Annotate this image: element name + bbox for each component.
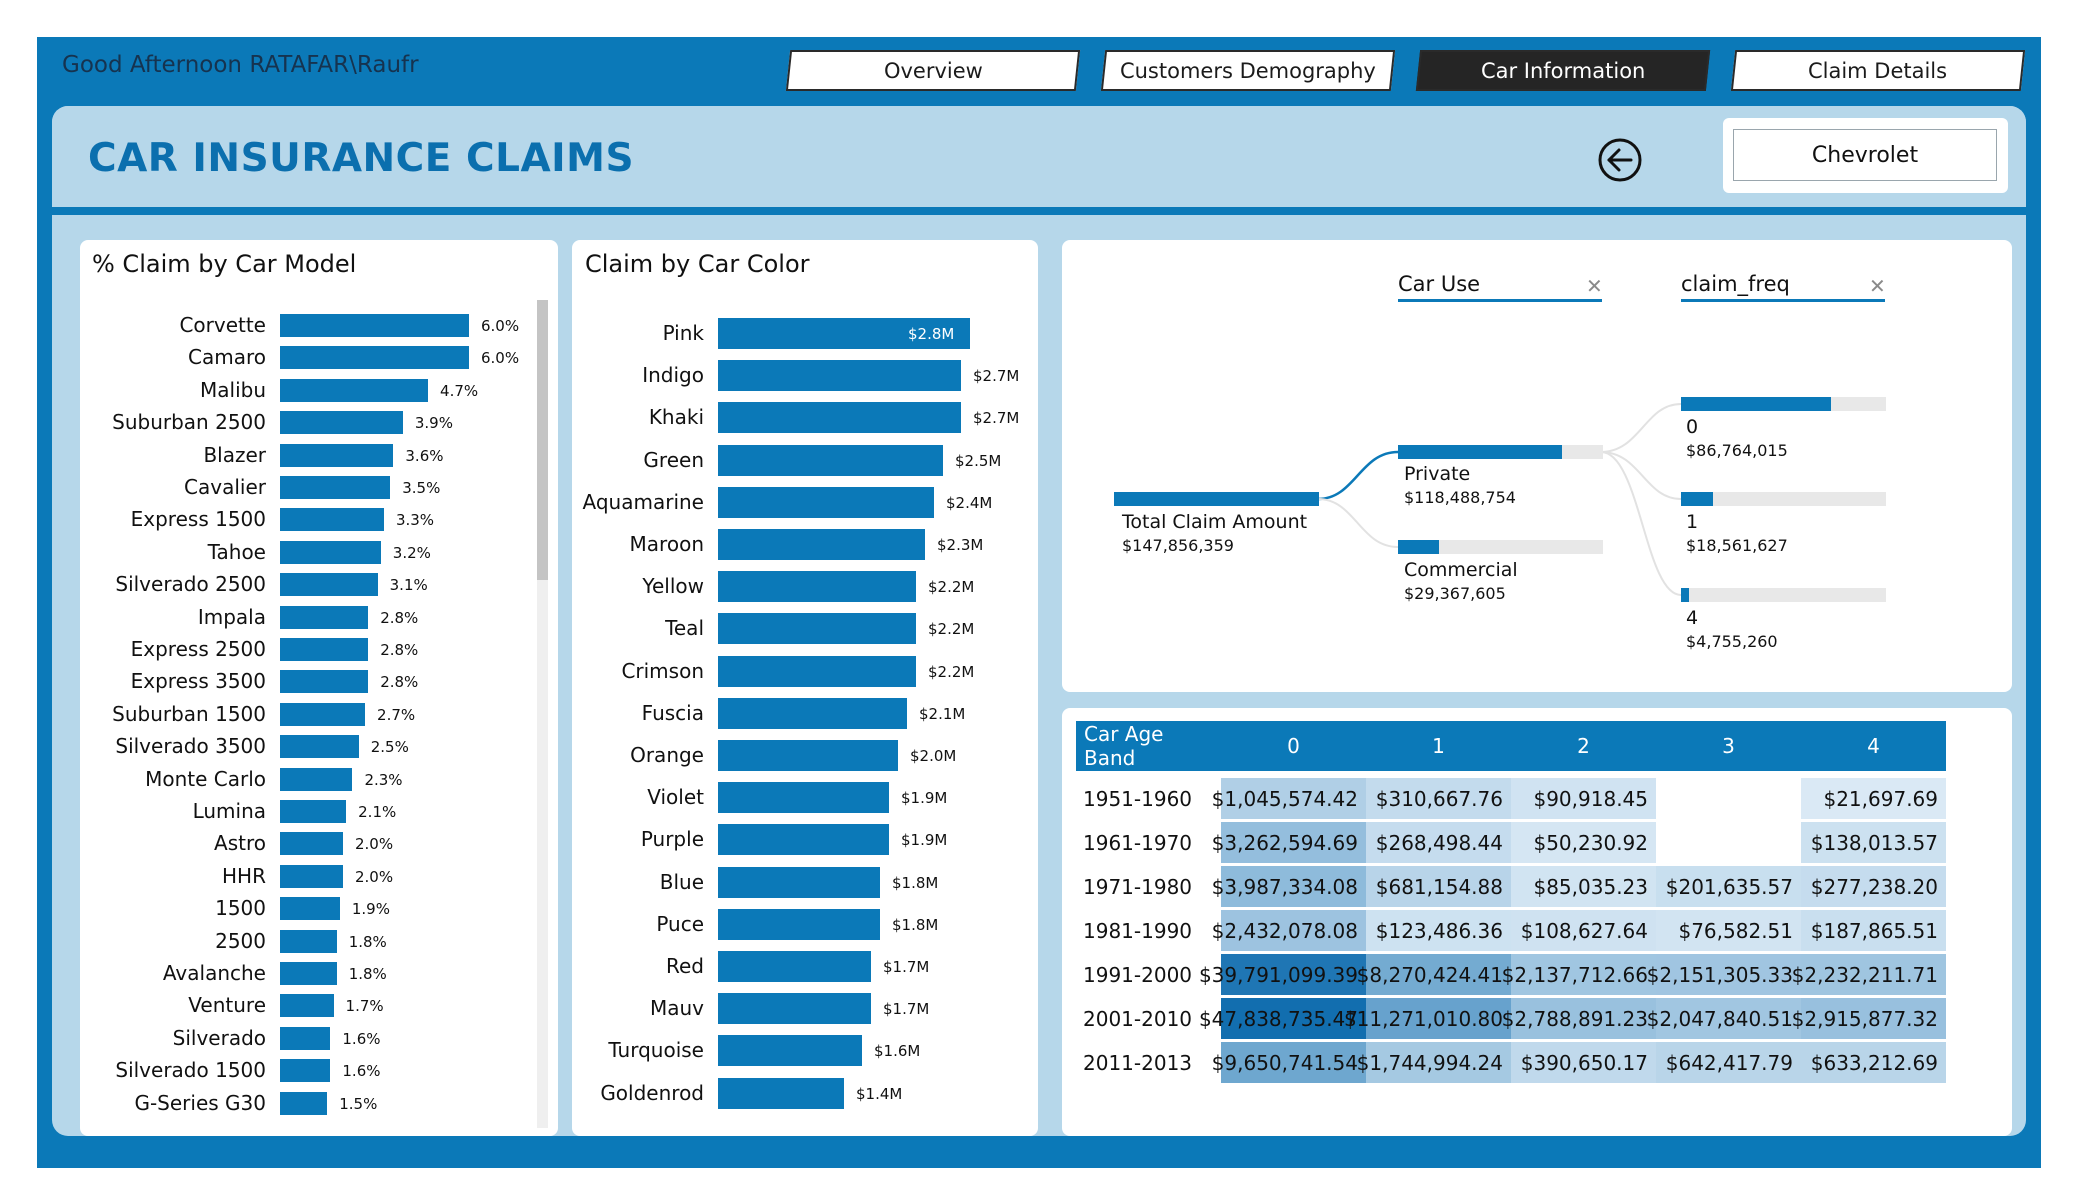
node-value-commercial: $29,367,605 (1404, 584, 1506, 603)
node-bar-freq-0[interactable] (1681, 397, 1832, 411)
node-label-freq-0: 0 (1686, 416, 1699, 438)
matrix-cell[interactable]: $3,262,594.69 (1212, 822, 1366, 863)
matrix-cell[interactable]: $2,151,305.33 (1647, 954, 1801, 995)
matrix-column-header[interactable]: 1 (1366, 721, 1511, 771)
matrix-cell[interactable]: $8,270,424.41 (1357, 954, 1511, 995)
node-track-freq-4 (1681, 588, 1886, 602)
matrix-cell[interactable]: $390,650.17 (1511, 1042, 1656, 1083)
matrix-cell[interactable]: $85,035.23 (1511, 866, 1656, 907)
matrix-row-label: 1991-2000 (1083, 963, 1193, 987)
matrix-cell[interactable]: $2,232,211.71 (1792, 954, 1946, 995)
node-value-private: $118,488,754 (1404, 488, 1516, 507)
connector-freq-0 (1600, 403, 1682, 453)
matrix-cell[interactable]: $277,238.20 (1801, 866, 1946, 907)
matrix-cell[interactable]: $310,667.76 (1366, 778, 1511, 819)
connector-freq-1 (1600, 451, 1682, 500)
matrix-cell[interactable]: $2,788,891.23 (1502, 998, 1656, 1039)
node-label-commercial: Commercial (1404, 559, 1518, 581)
matrix-cell[interactable]: $11,271,010.80 (1344, 998, 1511, 1039)
matrix-cell[interactable]: $268,498.44 (1366, 822, 1511, 863)
matrix-cell[interactable]: $123,486.36 (1366, 910, 1511, 951)
matrix-cell[interactable]: $642,417.79 (1656, 1042, 1801, 1083)
matrix-cell[interactable]: $2,047,840.51 (1647, 998, 1801, 1039)
matrix-cell[interactable]: $201,635.57 (1656, 866, 1801, 907)
node-bar-commercial[interactable] (1398, 540, 1439, 554)
matrix-cell[interactable]: $9,650,741.54 (1212, 1042, 1366, 1083)
matrix-row-label: 1971-1980 (1083, 875, 1193, 899)
matrix-cell[interactable]: $1,744,994.24 (1357, 1042, 1511, 1083)
matrix-row-label: 1951-1960 (1083, 787, 1193, 811)
matrix-cell[interactable]: $2,915,877.32 (1792, 998, 1946, 1039)
node-value-freq-1: $18,561,627 (1686, 536, 1788, 555)
matrix-row-label: 2011-2013 (1083, 1051, 1193, 1075)
node-bar-root[interactable] (1114, 492, 1319, 506)
matrix-cell[interactable]: $39,791,099.39 (1199, 954, 1366, 995)
matrix-cell[interactable]: $138,013.57 (1801, 822, 1946, 863)
matrix-cell[interactable]: $76,582.51 (1656, 910, 1801, 951)
node-value-freq-4: $4,755,260 (1686, 632, 1778, 651)
node-value-freq-0: $86,764,015 (1686, 441, 1788, 460)
matrix-row-label: 1981-1990 (1083, 919, 1193, 943)
matrix-column-header[interactable]: 2 (1511, 721, 1656, 771)
node-bar-freq-4[interactable] (1681, 588, 1690, 602)
matrix-cell[interactable]: $2,432,078.08 (1212, 910, 1366, 951)
matrix-cell[interactable]: $633,212.69 (1801, 1042, 1946, 1083)
matrix-cell[interactable] (1656, 822, 1801, 863)
matrix-column-header[interactable]: 4 (1801, 721, 1946, 771)
matrix-cell[interactable]: $1,045,574.42 (1212, 778, 1366, 819)
matrix-cell[interactable]: $50,230.92 (1511, 822, 1656, 863)
matrix-cell[interactable]: $3,987,334.08 (1212, 866, 1366, 907)
matrix-cell[interactable]: $681,154.88 (1366, 866, 1511, 907)
matrix-row-label: 1961-1970 (1083, 831, 1193, 855)
matrix-corner-header: Car Age Band (1076, 721, 1221, 771)
node-label-root: Total Claim Amount (1122, 511, 1308, 533)
matrix-cell[interactable] (1656, 778, 1801, 819)
connector-commercial (1317, 498, 1399, 548)
node-bar-private[interactable] (1398, 445, 1563, 459)
matrix-cell[interactable]: $21,697.69 (1801, 778, 1946, 819)
node-bar-freq-1[interactable] (1681, 492, 1714, 506)
matrix-cell[interactable]: $90,918.45 (1511, 778, 1656, 819)
matrix-column-header[interactable]: 0 (1221, 721, 1366, 771)
connector-private (1317, 450, 1399, 501)
matrix-column-header[interactable]: 3 (1656, 721, 1801, 771)
node-label-freq-1: 1 (1686, 511, 1699, 533)
node-label-private: Private (1404, 463, 1471, 485)
node-label-freq-4: 4 (1686, 607, 1699, 629)
matrix-cell[interactable]: $2,137,712.66 (1502, 954, 1656, 995)
matrix-row-label: 2001-2010 (1083, 1007, 1193, 1031)
node-value-root: $147,856,359 (1122, 536, 1234, 555)
matrix-cell[interactable]: $187,865.51 (1801, 910, 1946, 951)
matrix-cell[interactable]: $108,627.64 (1511, 910, 1656, 951)
